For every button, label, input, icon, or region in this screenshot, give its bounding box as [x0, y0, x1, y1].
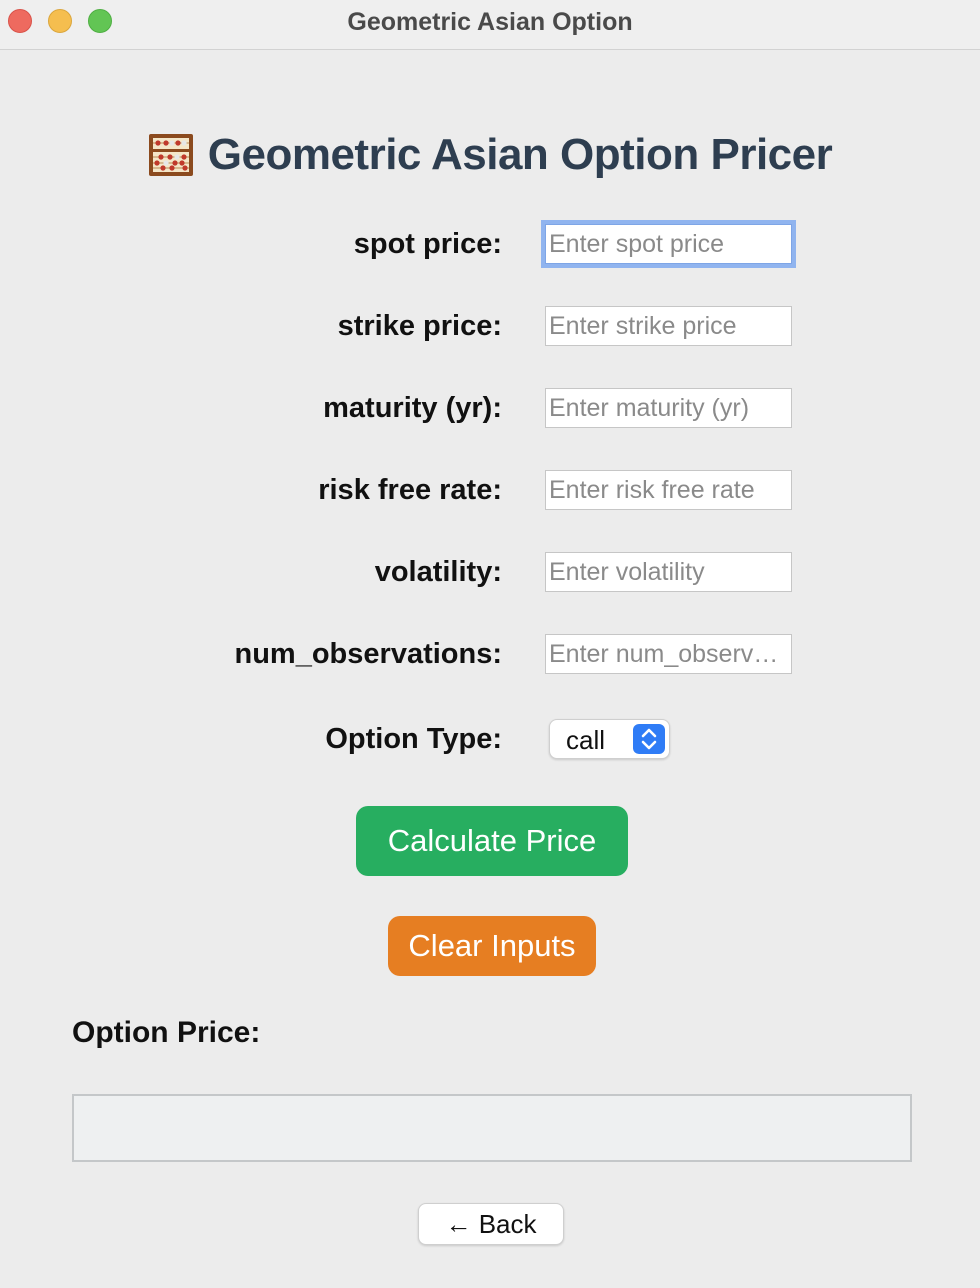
spot-price-label: spot price:	[353, 228, 502, 260]
strike-price-row: strike price:	[0, 304, 980, 348]
calculate-price-button[interactable]: Calculate Price	[356, 806, 628, 876]
abacus-icon	[148, 132, 194, 178]
maturity-row: maturity (yr):	[0, 386, 980, 430]
spot-price-row: spot price:	[0, 222, 980, 266]
option-price-output	[72, 1094, 912, 1162]
strike-price-label: strike price:	[337, 310, 502, 342]
page-title: Geometric Asian Option Pricer	[207, 130, 833, 179]
volatility-input[interactable]	[545, 552, 792, 592]
volatility-row: volatility:	[0, 550, 980, 594]
risk-free-rate-row: risk free rate:	[0, 468, 980, 512]
back-button[interactable]: ← Back	[418, 1203, 564, 1245]
title-bar: Geometric Asian Option	[0, 0, 980, 50]
volatility-label: volatility:	[374, 556, 502, 588]
option-price-label: Option Price:	[72, 1016, 261, 1049]
window-title: Geometric Asian Option	[347, 8, 633, 36]
risk-free-rate-label: risk free rate:	[318, 474, 502, 506]
maturity-label: maturity (yr):	[323, 392, 502, 424]
strike-price-input[interactable]	[545, 306, 792, 346]
num-observations-label: num_observations:	[234, 638, 503, 670]
maturity-input[interactable]	[545, 388, 792, 428]
page-heading: Geometric Asian Option Pricer	[0, 130, 980, 186]
option-type-select[interactable]: call	[549, 719, 670, 759]
clear-inputs-button[interactable]: Clear Inputs	[388, 916, 596, 976]
spot-price-input[interactable]	[545, 224, 792, 264]
num-observations-input[interactable]	[545, 634, 792, 674]
option-type-value: call	[566, 725, 606, 755]
num-observations-row: num_observations:	[0, 632, 980, 676]
app-window: Geometric Asian Option Geometric Asian O…	[0, 0, 980, 1288]
option-type-row: Option Type: call	[0, 719, 980, 763]
option-type-label: Option Type:	[325, 723, 502, 755]
risk-free-rate-input[interactable]	[545, 470, 792, 510]
chevron-up-down-icon	[633, 724, 665, 754]
